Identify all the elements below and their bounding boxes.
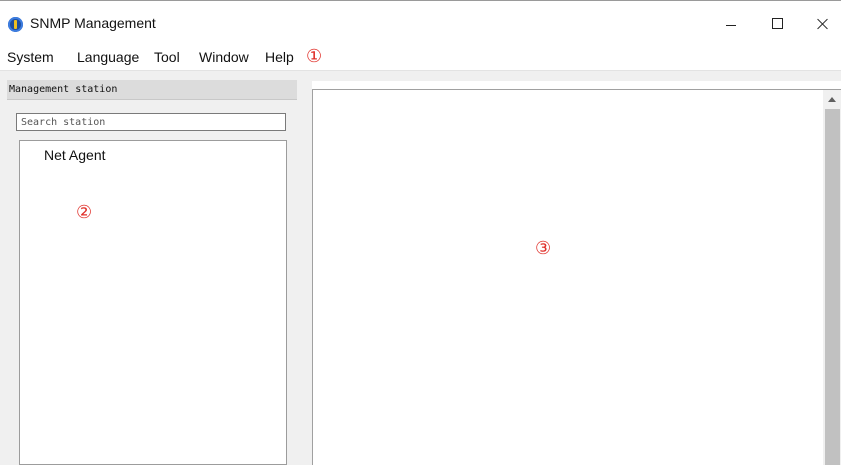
tree-item-net-agent[interactable]: Net Agent (44, 147, 106, 163)
vertical-scrollbar[interactable] (823, 90, 841, 465)
panel-header-title: Management station (9, 84, 118, 95)
menu-help[interactable]: Help (265, 49, 294, 65)
maximize-button[interactable] (754, 1, 800, 40)
search-station-input[interactable] (16, 113, 286, 131)
menu-language[interactable]: Language (77, 49, 139, 65)
app-logo-icon (8, 17, 23, 32)
close-button[interactable] (800, 1, 841, 40)
menu-system[interactable]: System (7, 49, 54, 65)
station-tree[interactable]: Net Agent (19, 140, 287, 465)
scroll-up-button[interactable] (823, 90, 841, 108)
menu-tool[interactable]: Tool (154, 49, 180, 65)
chevron-up-icon (828, 96, 836, 102)
callout-marker-1: ① (306, 46, 323, 67)
menu-window[interactable]: Window (199, 49, 249, 65)
callout-marker-3: ③ (535, 238, 552, 259)
panel-header: Management station (7, 80, 297, 100)
panel-splitter[interactable] (302, 80, 312, 465)
app-window: SNMP Management System Language Tool Win… (0, 0, 841, 465)
maximize-icon (771, 18, 783, 29)
menu-bar: System Language Tool Window Help (0, 40, 841, 70)
minimize-icon (726, 25, 736, 26)
callout-marker-2: ② (76, 202, 93, 223)
minimize-button[interactable] (708, 1, 754, 40)
close-icon (817, 18, 829, 30)
window-title: SNMP Management (30, 15, 156, 31)
content-panel[interactable] (312, 89, 841, 465)
scroll-thumb[interactable] (825, 109, 840, 465)
